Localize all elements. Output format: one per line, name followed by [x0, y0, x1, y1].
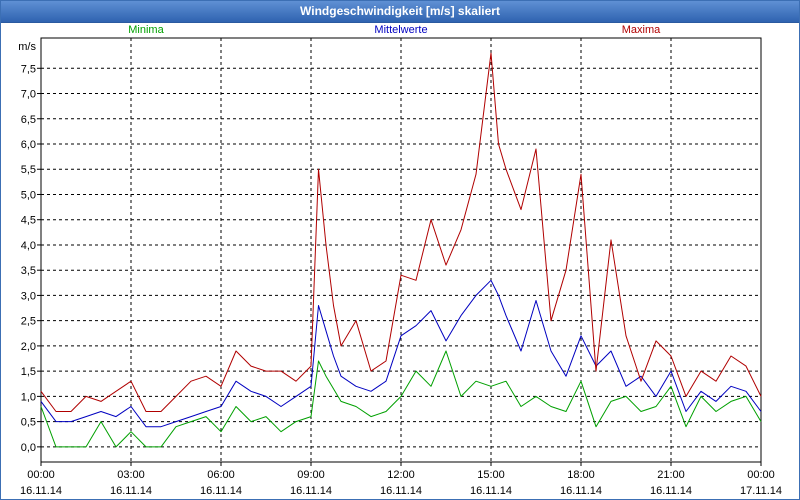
- x-tick-date-label: 16.11.14: [470, 485, 512, 497]
- y-tick-label: 2,0: [21, 341, 36, 353]
- x-tick-date-label: 16.11.14: [290, 485, 332, 497]
- y-tick-label: 1,5: [21, 366, 36, 378]
- x-tick-time-label: 18:00: [567, 469, 595, 481]
- legend-mittelwerte: Mittelwerte: [374, 24, 427, 36]
- y-tick-label: 5,0: [21, 189, 36, 201]
- y-tick-label: 3,0: [21, 290, 36, 302]
- x-tick-date-label: 16.11.14: [650, 485, 692, 497]
- y-tick-label: 1,0: [21, 391, 36, 403]
- y-tick-label: 2,5: [21, 316, 36, 328]
- y-tick-label: 7,0: [21, 89, 36, 101]
- y-tick-label: 6,0: [21, 139, 36, 151]
- y-tick-label: 6,5: [21, 114, 36, 126]
- x-tick-time-label: 21:00: [657, 469, 685, 481]
- y-tick-label: 0,0: [21, 442, 36, 454]
- x-tick-date-label: 16.11.14: [560, 485, 602, 497]
- x-tick-time-label: 15:00: [477, 469, 505, 481]
- x-tick-time-label: 03:00: [117, 469, 145, 481]
- x-tick-date-label: 16.11.14: [200, 485, 242, 497]
- x-tick-date-label: 16.11.14: [110, 485, 152, 497]
- y-tick-label: 7,5: [21, 63, 36, 75]
- x-tick-date-label: 17.11.14: [740, 485, 782, 497]
- legend-minima: Minima: [128, 24, 164, 36]
- x-tick-time-label: 09:00: [297, 469, 325, 481]
- y-tick-label: 0,5: [21, 417, 36, 429]
- x-tick-time-label: 00:00: [747, 469, 775, 481]
- x-tick-time-label: 00:00: [27, 469, 55, 481]
- legend-maxima: Maxima: [622, 24, 661, 36]
- x-tick-date-label: 16.11.14: [20, 485, 62, 497]
- y-tick-label: 4,0: [21, 240, 36, 252]
- x-tick-date-label: 16.11.14: [380, 485, 422, 497]
- y-tick-label: 4,5: [21, 215, 36, 227]
- x-tick-time-label: 12:00: [387, 469, 415, 481]
- y-tick-label: 3,5: [21, 265, 36, 277]
- wind-speed-chart: 0,0 0,5 1,0 1,5 2,0 2,5 3,0 3,5 4,0 4,5 5,0 5,5 6,0 6…: [18, 24, 782, 497]
- x-tick-time-label: 06:00: [207, 469, 235, 481]
- y-axis-label: m/s: [18, 41, 36, 53]
- y-tick-label: 5,5: [21, 164, 36, 176]
